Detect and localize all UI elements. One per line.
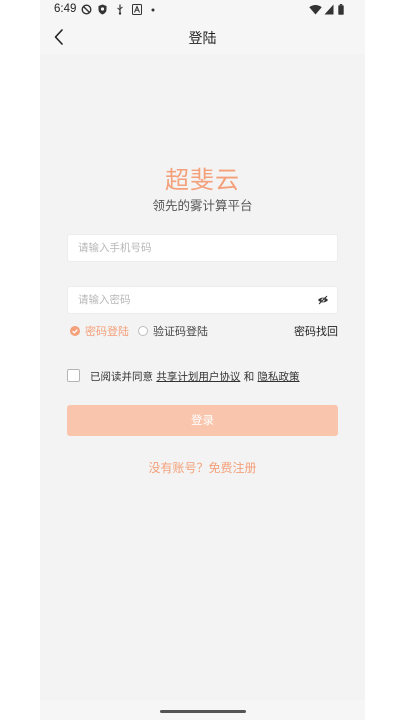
home-indicator[interactable] (160, 710, 246, 713)
agreement-text: 已阅读并同意 共享计划用户协议 和 隐私政策 (90, 369, 300, 384)
screen: 6:49 登陆 超斐云 领先的雾计算平台 请输入手机号码 密码登陆 验证码登陆 … (0, 0, 405, 720)
wifi-icon (309, 4, 322, 15)
phone-input[interactable] (68, 235, 318, 261)
agreement-row: 已阅读并同意 共享计划用户协议 和 隐私政策 (67, 368, 347, 384)
user-agreement-link[interactable]: 共享计划用户协议 (156, 371, 240, 383)
eye-off-icon[interactable] (317, 295, 329, 305)
agreement-and: 和 (243, 371, 255, 383)
shield-icon (98, 4, 107, 15)
check-circle-icon (70, 326, 80, 336)
status-time: 6:49 (54, 3, 77, 15)
data-saver-icon (81, 4, 92, 15)
register-link[interactable]: 没有账号？免费注册 (40, 459, 365, 476)
battery-icon (338, 4, 344, 15)
page-title: 登陆 (188, 31, 217, 47)
password-login-label: 密码登陆 (85, 325, 129, 338)
agreement-checkbox[interactable] (67, 369, 80, 382)
brand-tagline: 领先的雾计算平台 (152, 198, 253, 213)
phone-field (67, 234, 338, 262)
agreement-prefix: 已阅读并同意 (90, 371, 153, 383)
cell-signal-icon (324, 4, 334, 15)
password-login-radio[interactable]: 密码登陆 (70, 323, 129, 339)
usb-icon (117, 4, 123, 15)
gesture-bar (40, 700, 365, 720)
sms-login-label: 验证码登陆 (153, 325, 208, 338)
nav-bar: 登陆 (40, 20, 365, 54)
phone-screen: 6:49 登陆 超斐云 领先的雾计算平台 请输入手机号码 密码登陆 验证码登陆 … (40, 0, 365, 720)
brand-title: 超斐云 (165, 166, 240, 194)
radio-empty-icon (138, 326, 148, 336)
login-button[interactable]: 登录 (67, 405, 338, 436)
forgot-password-link[interactable]: 密码找回 (294, 323, 338, 339)
font-app-icon (132, 4, 142, 15)
login-mode-row: 密码登陆 验证码登陆 密码找回 (70, 321, 340, 339)
password-field (67, 286, 338, 314)
status-bar: 6:49 (40, 0, 365, 20)
privacy-policy-link[interactable]: 隐私政策 (258, 371, 300, 383)
notification-dot-icon (151, 8, 155, 12)
password-input[interactable] (68, 287, 318, 313)
sms-login-radio[interactable]: 验证码登陆 (138, 323, 208, 339)
